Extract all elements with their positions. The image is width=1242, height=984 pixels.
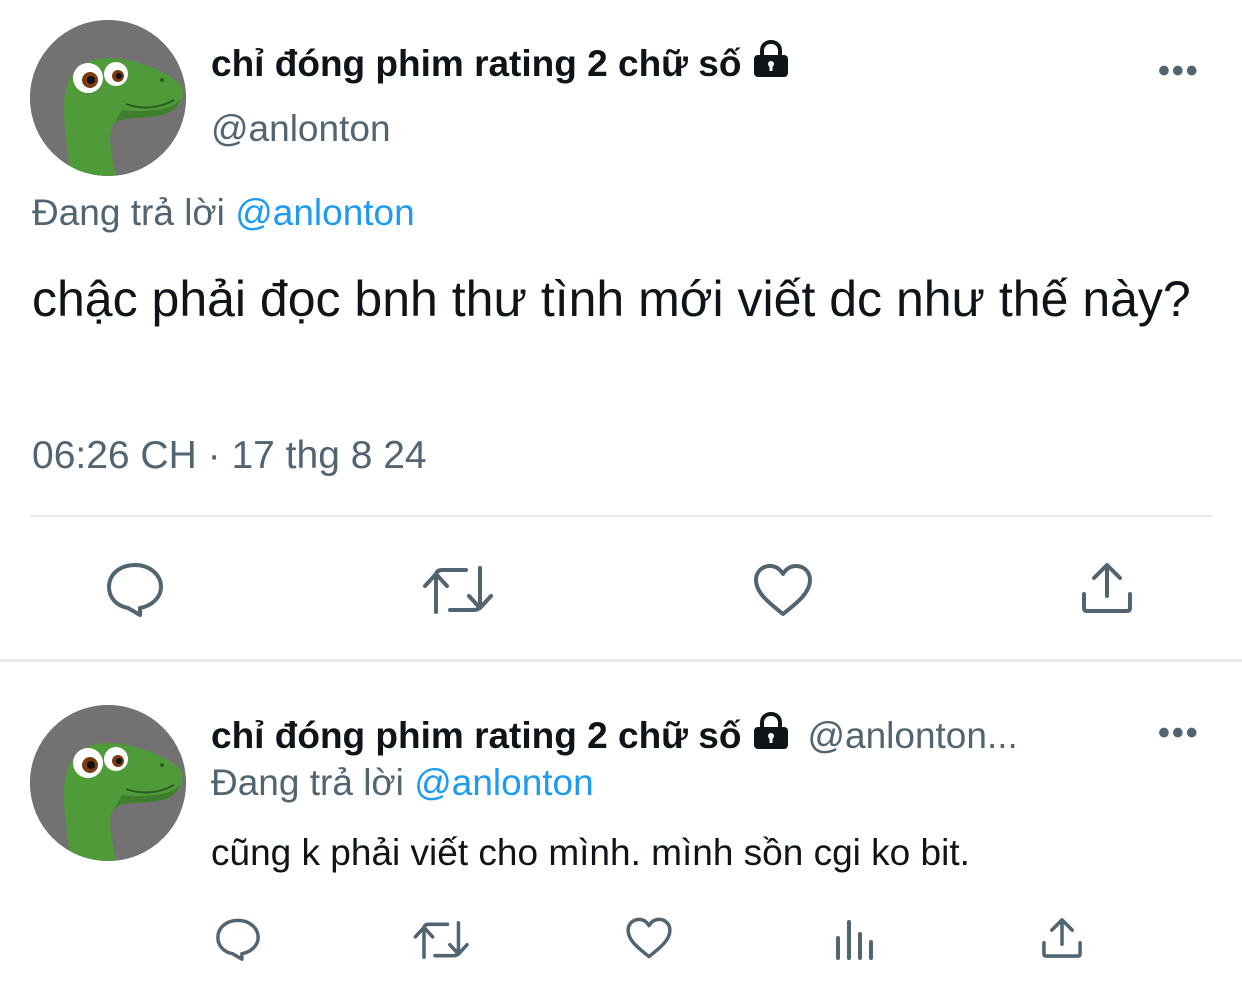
replying-prefix: Đang trả lời bbox=[32, 192, 225, 233]
display-name[interactable]: chỉ đóng phim rating 2 chữ số bbox=[211, 39, 791, 87]
replying-to: Đang trả lời @anlonton bbox=[32, 192, 415, 234]
reply-text: cũng k phải viết cho mình. mình sồn cgi … bbox=[211, 832, 970, 873]
more-options-icon[interactable]: ••• bbox=[1158, 716, 1200, 750]
display-name-text[interactable]: chỉ đóng phim rating 2 chữ số bbox=[211, 43, 741, 85]
replying-mention-link[interactable]: @anlonton bbox=[414, 762, 594, 803]
reply-header[interactable]: chỉ đóng phim rating 2 chữ số @anlonton.… bbox=[211, 711, 1018, 759]
avatar[interactable] bbox=[30, 20, 186, 176]
section-divider bbox=[0, 659, 1242, 662]
reply-icon[interactable] bbox=[104, 560, 166, 618]
tweet-time[interactable]: 06:26 CH bbox=[32, 434, 197, 477]
tweet-date[interactable]: 17 thg 8 24 bbox=[231, 434, 426, 477]
replying-prefix: Đang trả lời bbox=[211, 762, 404, 803]
dinosaur-avatar-image bbox=[30, 20, 186, 176]
timestamp-separator: · bbox=[207, 434, 221, 477]
share-icon[interactable] bbox=[1078, 560, 1136, 616]
tweet-text: chậc phải đọc bnh thư tình mới viết dc n… bbox=[32, 271, 1191, 327]
more-options-icon[interactable]: ••• bbox=[1158, 54, 1200, 88]
retweet-icon[interactable] bbox=[422, 562, 496, 618]
display-name-text[interactable]: chỉ đóng phim rating 2 chữ số bbox=[211, 715, 741, 757]
avatar[interactable] bbox=[30, 705, 186, 861]
share-icon[interactable] bbox=[1039, 916, 1085, 960]
lock-icon bbox=[751, 711, 791, 759]
handle[interactable]: @anlonton... bbox=[807, 715, 1017, 757]
replying-to: Đang trả lời @anlonton bbox=[211, 762, 594, 804]
handle[interactable]: @anlonton bbox=[211, 108, 391, 150]
views-icon[interactable] bbox=[834, 918, 878, 962]
tweet-timestamp[interactable]: 06:26 CH · 17 thg 8 24 bbox=[32, 434, 427, 478]
like-icon[interactable] bbox=[625, 916, 673, 960]
retweet-icon[interactable] bbox=[413, 918, 471, 962]
divider bbox=[30, 515, 1212, 517]
reply-icon[interactable] bbox=[214, 916, 262, 962]
dinosaur-avatar-image bbox=[30, 705, 186, 861]
lock-icon bbox=[751, 39, 791, 87]
replying-mention-link[interactable]: @anlonton bbox=[235, 192, 415, 233]
like-icon[interactable] bbox=[752, 562, 814, 618]
